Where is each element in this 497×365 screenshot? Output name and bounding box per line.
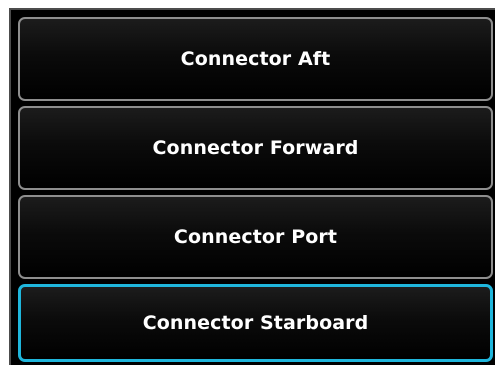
connector-forward-label: Connector Forward: [152, 137, 359, 159]
connector-port-label: Connector Port: [173, 226, 338, 248]
connector-forward-button[interactable]: Connector Forward: [18, 106, 493, 190]
connector-port-button[interactable]: Connector Port: [18, 195, 493, 279]
connector-starboard-button[interactable]: Connector Starboard: [18, 284, 493, 362]
connector-starboard-label: Connector Starboard: [142, 312, 369, 334]
connector-aft-label: Connector Aft: [180, 48, 331, 70]
connector-aft-button[interactable]: Connector Aft: [18, 17, 493, 101]
